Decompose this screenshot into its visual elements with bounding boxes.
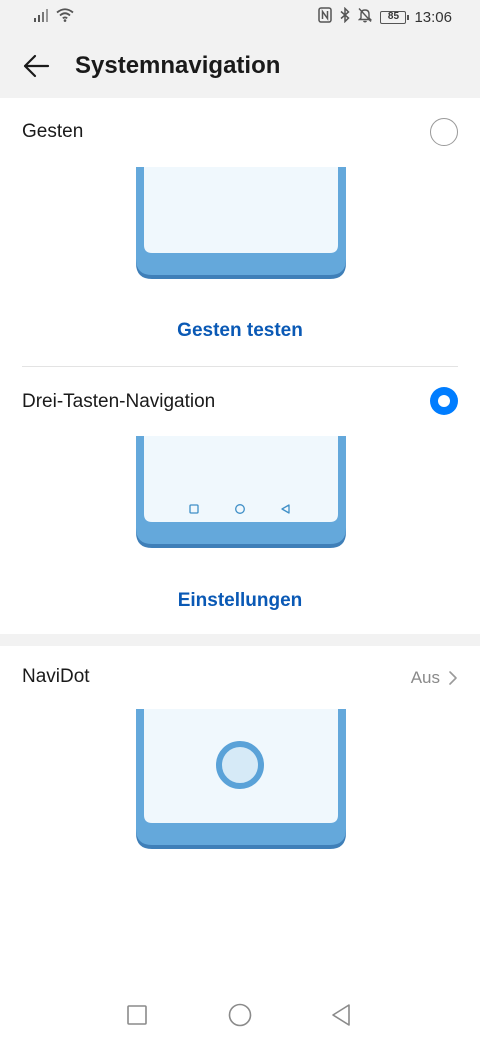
- three-keys-radio[interactable]: [430, 387, 458, 415]
- test-gestures-button[interactable]: Gesten testen: [0, 320, 480, 342]
- navigation-settings-button[interactable]: Einstellungen: [0, 590, 480, 612]
- gestures-radio[interactable]: [430, 118, 458, 146]
- status-right: 85 13:06: [318, 6, 452, 27]
- home-button[interactable]: [225, 1000, 255, 1030]
- divider: [22, 366, 458, 367]
- three-keys-illustration: [136, 436, 346, 548]
- page-title: Systemnavigation: [75, 52, 281, 79]
- navidot-dot-icon: [216, 741, 264, 789]
- mute-bell-icon: [358, 7, 373, 27]
- bluetooth-icon: [340, 6, 351, 27]
- navidot-value: Aus: [410, 668, 440, 687]
- home-icon: [228, 1003, 252, 1027]
- signal-icon: [34, 8, 50, 27]
- app-bar: Systemnavigation: [0, 34, 480, 98]
- battery-icon: 85: [380, 10, 410, 24]
- status-bar: 85 13:06: [0, 0, 480, 34]
- gestures-illustration: [136, 167, 346, 279]
- option-gestures-label[interactable]: Gesten: [22, 121, 83, 143]
- back-nav-button[interactable]: [326, 1000, 356, 1030]
- status-time: 13:06: [414, 8, 452, 26]
- option-navidot-label[interactable]: NaviDot: [22, 666, 90, 688]
- back-button[interactable]: [18, 48, 54, 84]
- wifi-icon: [56, 8, 74, 27]
- section-gap: [0, 634, 480, 646]
- recent-apps-button[interactable]: [122, 1000, 152, 1030]
- nfc-icon: [318, 7, 333, 27]
- arrow-left-icon: [23, 54, 50, 78]
- recent-apps-icon: [127, 1005, 147, 1025]
- navidot-illustration: [136, 709, 346, 849]
- navigation-bar: [0, 990, 480, 1040]
- option-three-keys-label[interactable]: Drei-Tasten-Navigation: [22, 391, 215, 413]
- navidot-value-row[interactable]: Aus: [411, 668, 458, 688]
- back-triangle-icon: [332, 1004, 350, 1026]
- battery-level: 85: [387, 10, 400, 22]
- chevron-right-icon: [449, 671, 457, 685]
- status-left: [34, 8, 74, 27]
